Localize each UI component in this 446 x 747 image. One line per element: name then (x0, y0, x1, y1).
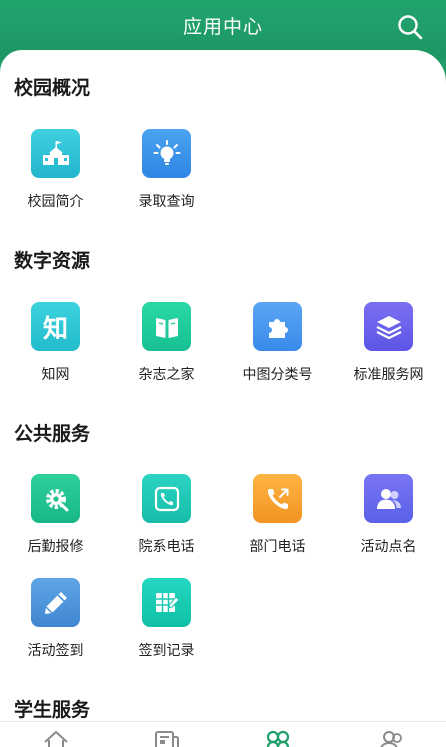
tab-profile[interactable] (378, 728, 408, 747)
app-magazine-home[interactable]: 杂志之家 (111, 302, 222, 402)
layers-icon (364, 302, 413, 351)
bottom-tab-bar (0, 721, 446, 747)
phone-icon (142, 474, 191, 523)
puzzle-icon (253, 302, 302, 351)
app-label: 录取查询 (138, 194, 195, 210)
news-icon (155, 731, 179, 747)
app-label: 活动点名 (360, 539, 417, 555)
apps-clover-icon (266, 730, 290, 747)
app-label: 标准服务网 (353, 367, 424, 383)
app-department-phone[interactable]: 院系电话 (111, 474, 222, 574)
gear-wrench-icon (31, 474, 80, 523)
spreadsheet-edit-icon (142, 578, 191, 627)
section-title-public-services: 公共服务 (14, 423, 91, 445)
lightbulb-icon (142, 129, 191, 178)
app-standards-service[interactable]: 标准服务网 (333, 302, 444, 402)
app-label: 知网 (41, 367, 70, 383)
app-office-phone[interactable]: 部门电话 (222, 474, 333, 574)
users-icon (364, 474, 413, 523)
zhi-character-icon: 知 (31, 302, 80, 351)
section-title-digital-resources: 数字资源 (14, 250, 91, 272)
profile-icon (380, 731, 402, 747)
phone-outgoing-icon (253, 474, 302, 523)
app-label: 杂志之家 (138, 367, 195, 383)
content-sheet: 校园概况 校园简介 录取查询 数字资源 知 知网 杂志之家 中图分类号 标准服务… (0, 50, 446, 747)
app-cnki[interactable]: 知 知网 (0, 302, 111, 402)
zhi-glyph: 知 (42, 313, 68, 343)
app-admission-query[interactable]: 录取查询 (111, 129, 222, 229)
app-logistics-repair[interactable]: 后勤报修 (0, 474, 111, 574)
school-building-icon (31, 129, 80, 178)
search-icon (398, 15, 423, 40)
open-book-icon (142, 302, 191, 351)
section-title-student-services: 学生服务 (14, 699, 91, 721)
app-label: 签到记录 (138, 643, 195, 659)
app-label: 院系电话 (138, 539, 195, 555)
app-label: 校园简介 (27, 194, 84, 210)
app-event-checkin[interactable]: 活动签到 (0, 578, 111, 678)
section-title-campus: 校园概况 (14, 77, 91, 99)
pencil-icon (31, 578, 80, 627)
app-event-rollcall[interactable]: 活动点名 (333, 474, 444, 574)
app-label: 活动签到 (27, 643, 84, 659)
tab-apps[interactable] (264, 728, 294, 747)
page-title: 应用中心 (182, 16, 263, 38)
app-checkin-records[interactable]: 签到记录 (111, 578, 222, 678)
search-button[interactable] (396, 13, 424, 41)
tab-news[interactable] (153, 728, 183, 747)
app-label: 部门电话 (249, 539, 306, 555)
home-icon (44, 731, 68, 747)
app-campus-intro[interactable]: 校园简介 (0, 129, 111, 229)
app-label: 中图分类号 (242, 367, 313, 383)
tab-home[interactable] (42, 728, 72, 747)
app-clc-number[interactable]: 中图分类号 (222, 302, 333, 402)
app-label: 后勤报修 (27, 539, 84, 555)
